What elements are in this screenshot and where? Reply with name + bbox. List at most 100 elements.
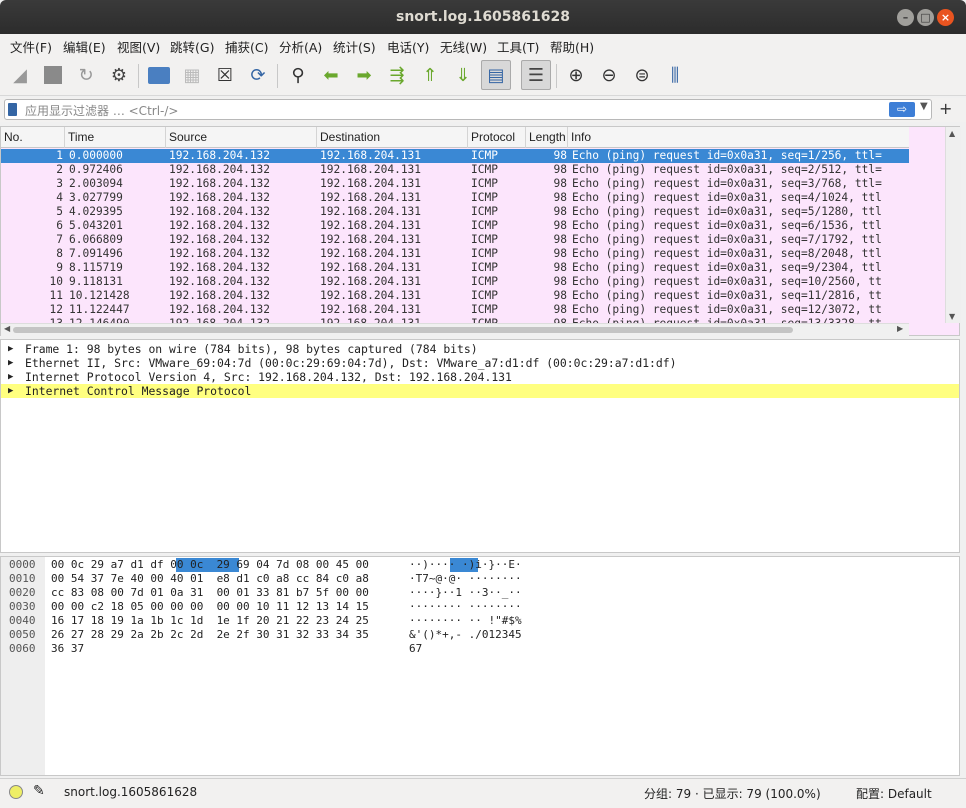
- cell-time: 5.043201: [69, 219, 123, 232]
- zoom-out-icon[interactable]: ⊖: [596, 62, 622, 88]
- menu-edit[interactable]: 编辑(E): [63, 37, 106, 56]
- reload-file-icon[interactable]: ⟳: [245, 62, 271, 88]
- resize-columns-icon[interactable]: ⫼: [662, 62, 688, 88]
- byte-off: 0040: [9, 614, 36, 627]
- cell-dst: 192.168.204.131: [320, 163, 422, 176]
- cell-proto: ICMP: [471, 303, 498, 316]
- menu-go[interactable]: 跳转(G): [170, 37, 214, 56]
- byte-ascii: ········ ········: [409, 600, 522, 613]
- cell-time: 6.066809: [69, 233, 123, 246]
- open-file-icon[interactable]: [146, 62, 172, 88]
- go-to-packet-icon[interactable]: ⇶: [384, 62, 410, 88]
- packet-list-hscrollbar[interactable]: ◀ ▶: [1, 323, 909, 336]
- main-toolbar: ◢ ↻ ⚙ ▦ ☒ ⟳ ⚲ ⬅ ➡ ⇶ ⇑ ⇓ ▤ ☰ ⊕ ⊖ ⊜ ⫼: [0, 56, 966, 96]
- menu-statistics[interactable]: 统计(S): [333, 37, 376, 56]
- cell-src: 192.168.204.132: [169, 177, 271, 190]
- packet-row[interactable]: 5 4.029395 192.168.204.132 192.168.204.131 I…: [1, 205, 909, 219]
- cell-info: Echo (ping) request id=0x0a31, seq=11/28…: [572, 289, 882, 302]
- close-file-icon[interactable]: ☒: [212, 62, 238, 88]
- cell-dst: 192.168.204.131: [320, 247, 422, 260]
- cell-src: 192.168.204.132: [169, 219, 271, 232]
- packet-list-vscrollbar[interactable]: ▲ ▼: [945, 127, 961, 323]
- cell-info: Echo (ping) request id=0x0a31, seq=1/256…: [572, 149, 882, 162]
- packet-row[interactable]: 12 11.122447 192.168.204.132 192.168.204.13…: [1, 303, 909, 317]
- detail-icmp[interactable]: ▶ Internet Control Message Protocol: [1, 384, 959, 398]
- packet-row[interactable]: 6 5.043201 192.168.204.132 192.168.204.131 I…: [1, 219, 909, 233]
- cell-info: Echo (ping) request id=0x0a31, seq=6/153…: [572, 219, 882, 232]
- column-destination[interactable]: Destination: [317, 127, 468, 148]
- save-file-icon[interactable]: ▦: [179, 62, 205, 88]
- column-info[interactable]: Info: [568, 127, 909, 148]
- detail-ethernet[interactable]: ▶ Ethernet II, Src: VMware_69:04:7d (00:0…: [1, 356, 959, 370]
- byte-ascii: ····}··1 ··3··_··: [409, 586, 522, 599]
- detail-ipv4[interactable]: ▶ Internet Protocol Version 4, Src: 192.1…: [1, 370, 959, 384]
- packet-row[interactable]: 2 0.972406 192.168.204.132 192.168.204.131 I…: [1, 163, 909, 177]
- find-packet-icon[interactable]: ⚲: [285, 62, 311, 88]
- auto-scroll-icon[interactable]: ▤: [481, 60, 511, 90]
- status-packet-count: 分组: 79 · 已显示: 79 (100.0%): [644, 787, 821, 801]
- menu-wireless[interactable]: 无线(W): [440, 37, 487, 56]
- menu-telephony[interactable]: 电话(Y): [387, 37, 429, 56]
- column-source[interactable]: Source: [166, 127, 317, 148]
- packet-row[interactable]: 4 3.027799 192.168.204.132 192.168.204.131 I…: [1, 191, 909, 205]
- status-filename: snort.log.1605861628: [64, 785, 198, 799]
- menu-view[interactable]: 视图(V): [117, 37, 160, 56]
- add-filter-button[interactable]: +: [939, 99, 952, 118]
- cell-len: 98: [553, 261, 567, 274]
- packet-row[interactable]: 8 7.091496 192.168.204.132 192.168.204.131 I…: [1, 247, 909, 261]
- column-no[interactable]: No.: [1, 127, 65, 148]
- last-packet-icon[interactable]: ⇓: [450, 62, 476, 88]
- packet-row[interactable]: 11 10.121428 192.168.204.132 192.168.204.13…: [1, 289, 909, 303]
- start-capture-icon[interactable]: ◢: [7, 62, 33, 88]
- column-protocol[interactable]: Protocol: [468, 127, 526, 148]
- cell-time: 3.027799: [69, 191, 123, 204]
- packet-list-header: No. Time Source Destination Protocol Len…: [1, 127, 909, 148]
- maximize-button[interactable]: □: [917, 9, 934, 26]
- stop-capture-icon[interactable]: [40, 62, 66, 88]
- cell-src: 192.168.204.132: [169, 275, 271, 288]
- go-forward-icon[interactable]: ➡: [351, 62, 377, 88]
- zoom-in-icon[interactable]: ⊕: [563, 62, 589, 88]
- close-button[interactable]: ×: [937, 9, 954, 26]
- expand-icon[interactable]: ▶: [8, 384, 13, 398]
- cell-proto: ICMP: [471, 289, 498, 302]
- expand-icon[interactable]: ▶: [8, 370, 13, 384]
- expert-info-icon[interactable]: [9, 785, 23, 799]
- cell-time: 0.000000: [69, 149, 123, 162]
- packet-row[interactable]: 1 0.000000 192.168.204.132 192.168.204.131 I…: [1, 149, 909, 163]
- menu-analyze[interactable]: 分析(A): [279, 37, 322, 56]
- main-window: snort.log.1605861628 – □ × 文件(F) 编辑(E) 视…: [0, 0, 966, 808]
- cell-src: 192.168.204.132: [169, 149, 271, 162]
- expand-icon[interactable]: ▶: [8, 356, 13, 370]
- cell-proto: ICMP: [471, 233, 498, 246]
- colorize-icon[interactable]: ☰: [521, 60, 551, 90]
- chevron-down-icon[interactable]: ▼: [920, 101, 928, 112]
- packet-row[interactable]: 10 9.118131 192.168.204.132 192.168.204.131…: [1, 275, 909, 289]
- restart-capture-icon[interactable]: ↻: [73, 62, 99, 88]
- column-time[interactable]: Time: [65, 127, 166, 148]
- minimize-button[interactable]: –: [897, 9, 914, 26]
- packet-row[interactable]: 9 8.115719 192.168.204.132 192.168.204.131 I…: [1, 261, 909, 275]
- menu-help[interactable]: 帮助(H): [550, 37, 594, 56]
- menu-tools[interactable]: 工具(T): [497, 37, 539, 56]
- packet-row[interactable]: 3 2.003094 192.168.204.132 192.168.204.131 I…: [1, 177, 909, 191]
- detail-frame[interactable]: ▶ Frame 1: 98 bytes on wire (784 bits), 9…: [1, 342, 959, 356]
- go-back-icon[interactable]: ⬅: [318, 62, 344, 88]
- apply-filter-icon[interactable]: ⇨: [889, 102, 915, 117]
- cell-no: 2: [56, 163, 63, 176]
- menu-file[interactable]: 文件(F): [10, 37, 52, 56]
- comment-icon[interactable]: ✎: [33, 783, 45, 799]
- toolbar-separator: [556, 64, 557, 88]
- menu-capture[interactable]: 捕获(C): [225, 37, 268, 56]
- menu-bar: 文件(F) 编辑(E) 视图(V) 跳转(G) 捕获(C) 分析(A) 统计(S…: [0, 34, 966, 56]
- display-filter-input[interactable]: 应用显示过滤器 … <Ctrl-/> ⇨ ▼: [4, 99, 932, 120]
- normal-size-icon[interactable]: ⊜: [629, 62, 655, 88]
- expand-icon[interactable]: ▶: [8, 342, 13, 356]
- status-profile[interactable]: 配置: Default: [856, 785, 932, 802]
- cell-src: 192.168.204.132: [169, 191, 271, 204]
- bookmark-icon[interactable]: [8, 103, 17, 116]
- capture-options-icon[interactable]: ⚙: [106, 62, 132, 88]
- first-packet-icon[interactable]: ⇑: [417, 62, 443, 88]
- column-length[interactable]: Length: [526, 127, 568, 148]
- packet-row[interactable]: 7 6.066809 192.168.204.132 192.168.204.131 I…: [1, 233, 909, 247]
